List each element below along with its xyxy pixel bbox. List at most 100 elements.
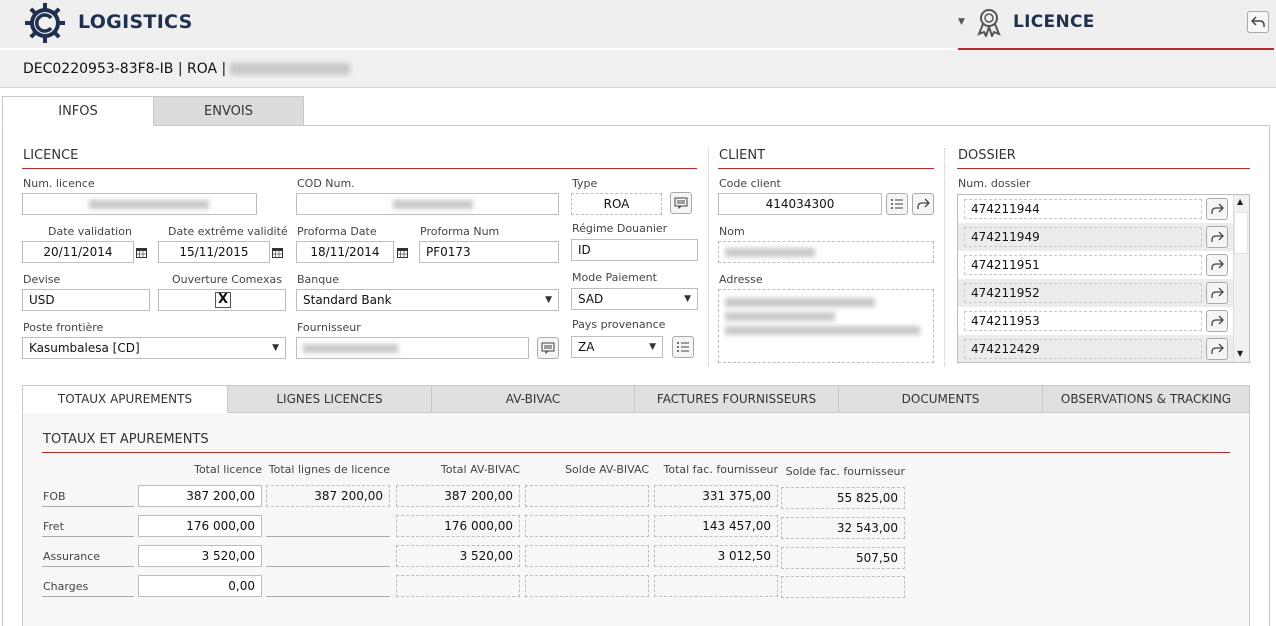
num-licence-field[interactable] xyxy=(22,193,257,215)
back-button[interactable] xyxy=(1247,11,1269,33)
forward-icon xyxy=(917,198,930,209)
date-extreme-field[interactable]: 15/11/2015 xyxy=(158,241,270,263)
tab-documents[interactable]: DOCUMENTS xyxy=(838,385,1043,413)
tab-totaux-apurements[interactable]: TOTAUX APUREMENTS xyxy=(22,385,228,413)
col-header: Total fac. fournisseur xyxy=(663,463,779,476)
assurance-total-licence[interactable]: 3 520,00 xyxy=(138,545,262,567)
pays-list-button[interactable] xyxy=(672,336,694,358)
dossier-open-button[interactable] xyxy=(1206,282,1228,304)
list-icon xyxy=(891,199,903,209)
forward-icon xyxy=(1211,315,1224,326)
scrollbar-thumb[interactable] xyxy=(1234,212,1248,254)
dossier-number: 474211951 xyxy=(964,255,1202,275)
mode-paiement-select[interactable]: SAD ▼ xyxy=(571,288,698,310)
logo-icon xyxy=(24,2,66,44)
adresse-label: Adresse xyxy=(719,273,763,286)
list-item[interactable]: 474211952 xyxy=(958,279,1234,307)
charges-solde-fac-fournisseur xyxy=(781,576,905,598)
list-item[interactable]: 474211944 xyxy=(958,195,1234,223)
client-open-button[interactable] xyxy=(912,193,934,215)
cod-num-label: COD Num. xyxy=(297,177,355,190)
forward-icon xyxy=(1211,287,1224,298)
dossier-number: 474211952 xyxy=(964,283,1202,303)
fob-total-fac-fournisseur: 331 375,00 xyxy=(654,485,778,507)
banque-select[interactable]: Standard Bank ▼ xyxy=(296,289,559,311)
col-header: Total lignes de licence xyxy=(268,463,390,476)
list-item[interactable]: 474211953 xyxy=(958,307,1234,335)
pays-value: ZA xyxy=(578,340,595,354)
licence-section-title: LICENCE xyxy=(23,148,79,163)
licence-divider xyxy=(22,168,697,169)
dossier-list[interactable]: 474211944 474211949 474211951 474211952 … xyxy=(957,194,1250,363)
fournisseur-comment-button[interactable] xyxy=(537,337,559,359)
comment-icon xyxy=(674,197,688,209)
fournisseur-field[interactable] xyxy=(296,337,529,359)
cod-num-field[interactable] xyxy=(296,193,559,215)
tab-lignes-licences[interactable]: LIGNES LICENCES xyxy=(227,385,432,413)
fret-total-licence[interactable]: 176 000,00 xyxy=(138,515,262,537)
proforma-date-label: Proforma Date xyxy=(297,225,377,238)
ouverture-field[interactable]: X xyxy=(158,289,286,311)
caret-down-icon[interactable]: ▼ xyxy=(958,17,965,27)
dossier-divider xyxy=(957,168,1250,169)
assurance-solde-fac-fournisseur: 507,50 xyxy=(781,547,905,569)
scroll-up-icon[interactable]: ▲ xyxy=(1237,197,1243,206)
dossier-open-button[interactable] xyxy=(1206,338,1228,360)
chevron-down-icon: ▼ xyxy=(684,294,691,304)
col-header: Total AV-BIVAC xyxy=(440,463,520,476)
poste-select[interactable]: Kasumbalesa [CD] ▼ xyxy=(22,337,286,359)
section-separator xyxy=(944,148,945,366)
charges-total-lignes xyxy=(266,575,390,597)
charges-total-fac-fournisseur xyxy=(654,575,778,597)
fob-solde-av-bivac xyxy=(525,485,649,507)
dossier-open-button[interactable] xyxy=(1206,226,1228,248)
tab-envois[interactable]: ENVOIS xyxy=(153,96,304,126)
calendar-icon[interactable] xyxy=(269,241,285,263)
scroll-down-icon[interactable]: ▼ xyxy=(1237,349,1243,358)
row-label-fob: FOB xyxy=(43,490,66,503)
dossier-open-button[interactable] xyxy=(1206,310,1228,332)
tab-factures-fournisseurs[interactable]: FACTURES FOURNISSEURS xyxy=(634,385,839,413)
date-validation-label: Date validation xyxy=(48,225,132,238)
tab-av-bivac[interactable]: AV-BIVAC xyxy=(431,385,635,413)
charges-total-licence[interactable]: 0,00 xyxy=(138,575,262,597)
list-item[interactable]: 474211951 xyxy=(958,251,1234,279)
ouverture-label: Ouverture Comexas xyxy=(172,273,282,286)
list-item[interactable]: 474212429 xyxy=(958,335,1234,362)
proforma-date-field[interactable]: 18/11/2014 xyxy=(296,241,394,263)
devise-field[interactable]: USD xyxy=(22,289,150,311)
comment-icon xyxy=(541,342,555,354)
calendar-icon[interactable] xyxy=(394,241,410,263)
proforma-num-field[interactable]: PF0173 xyxy=(419,241,559,263)
pays-select[interactable]: ZA ▼ xyxy=(571,336,663,358)
totaux-divider xyxy=(42,452,1230,453)
client-divider xyxy=(718,168,934,169)
row-label-assurance: Assurance xyxy=(43,550,101,563)
ouverture-checkbox[interactable]: X xyxy=(215,292,231,308)
dossier-open-button[interactable] xyxy=(1206,254,1228,276)
fob-total-licence[interactable]: 387 200,00 xyxy=(138,485,262,507)
pays-label: Pays provenance xyxy=(572,318,666,331)
chevron-down-icon: ▼ xyxy=(545,295,552,305)
row-label-fret: Fret xyxy=(43,520,64,533)
date-extreme-label: Date extrême validité xyxy=(168,225,288,238)
forward-icon xyxy=(1211,203,1224,214)
tab-observations-tracking[interactable]: OBSERVATIONS & TRACKING xyxy=(1042,385,1250,413)
client-list-button[interactable] xyxy=(886,193,908,215)
row-underline xyxy=(42,536,134,537)
date-validation-field[interactable]: 20/11/2014 xyxy=(22,241,134,263)
regime-field[interactable]: ID xyxy=(571,239,698,261)
code-client-field[interactable]: 414034300 xyxy=(718,193,882,215)
list-item[interactable]: 474211949 xyxy=(958,223,1234,251)
fob-solde-fac-fournisseur: 55 825,00 xyxy=(781,487,905,509)
award-ribbon-icon xyxy=(975,7,1003,39)
dossier-number: 474211944 xyxy=(964,199,1202,219)
type-comment-button[interactable] xyxy=(670,192,692,214)
dossier-open-button[interactable] xyxy=(1206,198,1228,220)
tab-infos[interactable]: INFOS xyxy=(2,96,154,126)
charges-total-av-bivac xyxy=(396,575,520,597)
num-licence-label: Num. licence xyxy=(23,177,95,190)
calendar-icon[interactable] xyxy=(133,241,149,263)
row-underline xyxy=(42,596,134,597)
nom-field xyxy=(718,241,934,263)
